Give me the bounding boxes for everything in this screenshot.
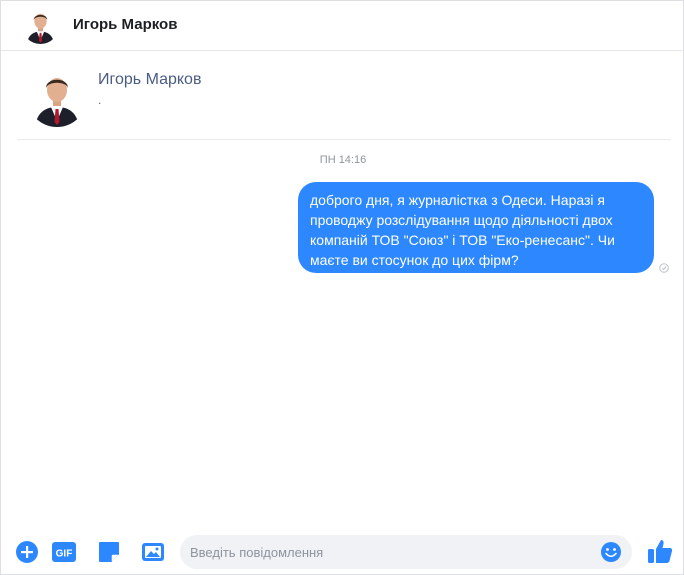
photo-button[interactable] (140, 539, 166, 565)
svg-text:GIF: GIF (56, 549, 73, 560)
conversation-header: Игорь Марков (1, 1, 683, 51)
add-button[interactable] (14, 539, 40, 565)
gif-button[interactable]: GIF (51, 539, 77, 565)
messenger-window: Игорь Марков Игорь Марков . ПН 14:16 доб… (0, 0, 684, 575)
intro-subtitle: . (98, 93, 102, 107)
intro-avatar[interactable] (27, 67, 87, 127)
sticker-icon (99, 542, 119, 562)
check-circle-icon (659, 263, 669, 273)
sent-message-bubble[interactable]: доброго дня, я журналістка з Одеси. Нара… (298, 182, 654, 273)
photo-icon (142, 543, 164, 561)
contact-name[interactable]: Игорь Марков (73, 16, 177, 33)
divider (17, 139, 671, 140)
sticker-button[interactable] (96, 539, 122, 565)
user-photo-icon (27, 67, 87, 127)
gif-icon: GIF (52, 542, 76, 562)
avatar[interactable] (22, 7, 59, 44)
emoji-icon (601, 542, 621, 562)
plus-circle-icon (16, 541, 38, 563)
message-input-container (180, 535, 632, 569)
intro-contact-name[interactable]: Игорь Марков (98, 71, 201, 89)
message-timestamp: ПН 14:16 (319, 154, 367, 166)
like-button[interactable] (646, 537, 674, 565)
message-input[interactable] (190, 542, 590, 562)
thumbs-up-icon (648, 540, 673, 563)
emoji-button[interactable] (600, 541, 622, 563)
composer-bar: GIF (1, 529, 684, 575)
user-photo-icon (22, 7, 59, 44)
